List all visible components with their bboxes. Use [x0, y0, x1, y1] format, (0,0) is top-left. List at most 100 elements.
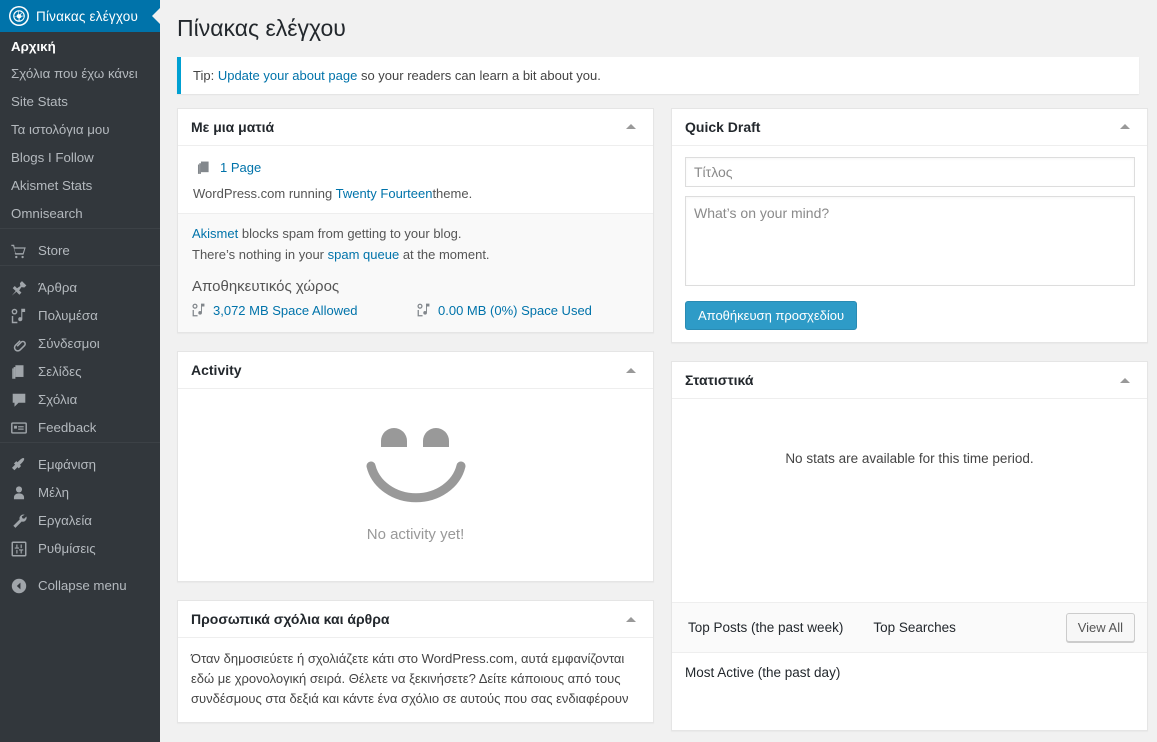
sidebar-item-my-comments[interactable]: Σχόλια που έχω κάνει [0, 60, 160, 88]
glance-pages-link[interactable]: 1 Page [220, 160, 261, 175]
sidebar-item-label: Σχόλια που έχω κάνει [11, 66, 138, 81]
sidebar-menu: Αρχική Σχόλια που έχω κάνει Site Stats Τ… [0, 32, 160, 600]
panel-body: Όταν δημοσιεύετε ή σχολιάζετε κάτι στο W… [178, 638, 653, 721]
my-publications-text: Όταν δημοσιεύετε ή σχολιάζετε κάτι στο W… [191, 651, 629, 707]
tip-link[interactable]: Update your about page [218, 68, 358, 83]
sidebar-separator-2 [0, 265, 160, 274]
space-used-link[interactable]: 0.00 MB (0%) Space Used [438, 303, 592, 318]
sidebar-item-label: Blogs I Follow [11, 150, 94, 165]
toggle-panel-button[interactable] [621, 609, 641, 629]
tab-top-searches[interactable]: Top Searches [873, 620, 956, 635]
sidebar-item-posts[interactable]: Άρθρα [0, 274, 160, 302]
stats-most-active: Most Active (the past day) [672, 652, 1147, 730]
toggle-panel-button[interactable] [1115, 370, 1135, 390]
glance-version-suffix: theme. [432, 185, 473, 201]
panel-header: Activity [178, 352, 653, 390]
dashboard-columns: Με μια ματιά 1 Page WordPress.com runnin… [160, 94, 1157, 742]
tab-top-posts[interactable]: Top Posts (the past week) [688, 620, 843, 635]
sidebar-item-tools[interactable]: Εργαλεία [0, 507, 160, 535]
sidebar-item-links[interactable]: Σύνδεσμοι [0, 330, 160, 358]
panel-at-a-glance: Με μια ματιά 1 Page WordPress.com runnin… [177, 107, 654, 334]
glance-pages-row: 1 Page [195, 159, 641, 176]
pages-icon [9, 362, 29, 382]
akismet-line-1: Akismet blocks spam from getting to your… [192, 224, 641, 244]
tip-notice-wrap: Tip: Update your about page so your read… [160, 56, 1157, 94]
sidebar-item-home[interactable]: Αρχική [0, 32, 160, 60]
chevron-up-icon [626, 124, 636, 130]
tip-prefix: Tip: [193, 67, 215, 83]
sidebar-item-label: Site Stats [11, 94, 68, 109]
sidebar-item-label: Store [38, 243, 70, 258]
sidebar-item-appearance[interactable]: Εμφάνιση [0, 451, 160, 479]
sidebar-item-label: Σχόλια [38, 392, 78, 407]
page-header: Πίνακας ελέγχου [160, 0, 1157, 57]
pin-icon [9, 278, 29, 298]
spam-queue-link[interactable]: spam queue [328, 247, 400, 262]
sidebar-item-users[interactable]: Μέλη [0, 479, 160, 507]
panel-stats: Στατιστικά No stats are available for th… [671, 361, 1148, 732]
sidebar-item-feedback[interactable]: Feedback [0, 414, 160, 442]
sidebar-item-site-stats[interactable]: Site Stats [0, 88, 160, 116]
quick-draft-content-input[interactable] [685, 195, 1135, 286]
panel-title: Στατιστικά [685, 372, 754, 389]
panel-activity: Activity No activity yet! [177, 351, 654, 583]
storage-title: Αποθηκευτικός χώρος [192, 278, 340, 296]
admin-bar-dashboard[interactable]: Πίνακας ελέγχου [0, 0, 161, 32]
sidebar-item-label: Εμφάνιση [38, 457, 97, 472]
glance-theme-link[interactable]: Twenty Fourteen [336, 186, 433, 201]
spam-prefix: There’s nothing in your [192, 247, 325, 263]
tip-suffix: so your readers can learn a bit about yo… [360, 67, 601, 83]
stats-tabs: Top Posts (the past week) Top Searches V… [672, 602, 1147, 653]
view-all-button[interactable]: View All [1065, 613, 1135, 643]
sidebar-item-label: Τα ιστολόγια μου [11, 122, 110, 137]
sidebar-item-label: Εργαλεία [38, 513, 92, 528]
tip-notice: Tip: Update your about page so your read… [177, 56, 1139, 94]
sidebar-item-my-blogs[interactable]: Τα ιστολόγια μου [0, 116, 160, 144]
smiley-mouth [366, 461, 465, 502]
space-allowed-link[interactable]: 3,072 MB Space Allowed [213, 303, 358, 318]
storage-allowed: 3,072 MB Space Allowed [191, 302, 416, 318]
sidebar-item-blogs-i-follow[interactable]: Blogs I Follow [0, 144, 160, 172]
sidebar-item-settings[interactable]: Ρυθμίσεις [0, 535, 160, 563]
feedback-icon [9, 418, 29, 438]
toggle-panel-button[interactable] [621, 360, 641, 380]
wordpress-dashboard-icon [9, 6, 29, 26]
sidebar-item-label: Πολυμέσα [38, 308, 98, 323]
smiley-eye-right [422, 427, 449, 447]
toggle-panel-button[interactable] [1115, 117, 1135, 137]
sidebar-item-label: Σύνδεσμοι [38, 336, 100, 351]
sidebar-item-media[interactable]: Πολυμέσα [0, 302, 160, 330]
sidebar-item-omnisearch[interactable]: Omnisearch [0, 200, 160, 228]
panel-body: No stats are available for this time per… [672, 399, 1147, 602]
sidebar-item-label: Ρυθμίσεις [38, 541, 96, 556]
sidebar-collapse-menu[interactable]: Collapse menu [0, 572, 160, 600]
page-title: Πίνακας ελέγχου [177, 15, 346, 41]
save-draft-button[interactable]: Αποθήκευση προσχεδίου [685, 300, 858, 331]
collapse-arrow-icon [9, 576, 29, 596]
sidebar-item-comments[interactable]: Σχόλια [0, 386, 160, 414]
akismet-text: blocks spam from getting to your blog. [241, 225, 462, 241]
panel-header: Quick Draft [672, 109, 1147, 146]
sidebar-item-akismet-stats[interactable]: Akismet Stats [0, 172, 160, 200]
glance-version-line: WordPress.com running Twenty Fourteenthe… [193, 186, 641, 201]
panel-body: No activity yet! [178, 389, 653, 581]
chevron-up-icon [1120, 124, 1130, 130]
storage-used: 0.00 MB (0%) Space Used [416, 302, 641, 318]
sidebar-separator-4 [0, 563, 160, 572]
akismet-link[interactable]: Akismet [192, 226, 238, 241]
toggle-panel-button[interactable] [621, 117, 641, 137]
quick-draft-title-input[interactable] [685, 156, 1135, 187]
sidebar-item-store[interactable]: Store [0, 237, 160, 265]
panel-footer-akismet: Akismet blocks spam from getting to your… [178, 212, 653, 333]
panel-header: Με μια ματιά [178, 109, 653, 146]
activity-empty-text: No activity yet! [366, 525, 465, 543]
admin-bar-title: Πίνακας ελέγχου [36, 8, 139, 24]
pages-icon [195, 159, 212, 176]
sidebar-item-label: Άρθρα [38, 280, 78, 295]
sidebar-separator-1 [0, 228, 160, 237]
dashboard-column-left: Με μια ματιά 1 Page WordPress.com runnin… [177, 107, 654, 742]
sidebar-item-pages[interactable]: Σελίδες [0, 358, 160, 386]
tools-icon [9, 511, 29, 531]
panel-body: 1 Page WordPress.com running Twenty Four… [178, 146, 653, 213]
spam-suffix: at the moment. [402, 247, 490, 263]
